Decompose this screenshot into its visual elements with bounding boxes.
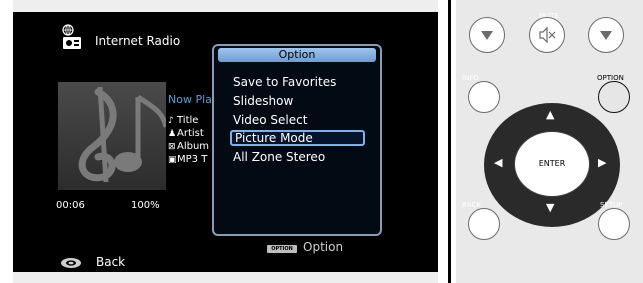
source-title: Internet Radio bbox=[95, 34, 181, 48]
mute-button[interactable] bbox=[529, 17, 565, 53]
option-menu: Option Save to Favorites Slideshow Video… bbox=[212, 44, 382, 236]
enter-button[interactable]: ENTER bbox=[514, 131, 590, 197]
tv-screen: Internet Radio Now Playing ♪Title ♟Artis… bbox=[13, 12, 438, 272]
back-label: Back bbox=[96, 255, 126, 269]
down-arrow-button[interactable]: ▼ bbox=[546, 201, 554, 214]
album-art bbox=[58, 82, 166, 190]
meta-artist: ♟Artist bbox=[168, 128, 204, 139]
option-hint-label: Option bbox=[303, 240, 344, 254]
menu-item-all-zone-stereo[interactable]: All Zone Stereo bbox=[230, 149, 365, 165]
tv-screen-frame: Internet Radio Now Playing ♪Title ♟Artis… bbox=[13, 0, 438, 283]
menu-item-picture-mode[interactable]: Picture Mode bbox=[230, 130, 365, 146]
info-label: INFO bbox=[462, 74, 479, 82]
meta-album: ⊠Album bbox=[168, 141, 210, 152]
album-icon: ⊠ bbox=[168, 142, 176, 152]
up-arrow-button[interactable]: ▲ bbox=[546, 108, 554, 121]
buffer-percent: 100% bbox=[131, 200, 160, 211]
channel-down-button[interactable] bbox=[588, 17, 624, 53]
music-note-icon bbox=[78, 86, 166, 183]
menu-item-save-to-favorites[interactable]: Save to Favorites bbox=[230, 74, 365, 90]
meta-title: ♪ Title bbox=[168, 115, 199, 126]
internet-radio-icon bbox=[62, 24, 81, 49]
left-arrow-button[interactable]: ◀ bbox=[494, 156, 502, 169]
info-button[interactable] bbox=[468, 81, 500, 113]
format-icon: ▣ bbox=[168, 155, 177, 165]
menu-item-video-select[interactable]: Video Select bbox=[230, 112, 365, 128]
meta-format: ▣MP3 T bbox=[168, 154, 208, 165]
right-arrow-button[interactable]: ▶ bbox=[598, 156, 606, 169]
menu-item-slideshow[interactable]: Slideshow bbox=[230, 93, 365, 109]
now-playing-label: Now Playing bbox=[168, 93, 214, 106]
option-menu-title: Option bbox=[218, 48, 376, 62]
setup-button[interactable] bbox=[598, 208, 630, 240]
artist-icon: ♟ bbox=[168, 129, 177, 139]
triangle-down-icon bbox=[600, 31, 612, 40]
option-button[interactable] bbox=[598, 81, 630, 113]
option-hint-button: OPTION bbox=[267, 245, 297, 253]
note-icon: ♪ bbox=[168, 116, 174, 126]
elapsed-time: 00:06 bbox=[56, 200, 85, 211]
back-remote-button[interactable] bbox=[468, 208, 500, 240]
back-button-icon bbox=[61, 258, 81, 268]
divider bbox=[448, 0, 451, 283]
triangle-down-icon bbox=[481, 31, 493, 40]
volume-down-button[interactable] bbox=[469, 17, 505, 53]
mute-icon bbox=[539, 26, 556, 44]
